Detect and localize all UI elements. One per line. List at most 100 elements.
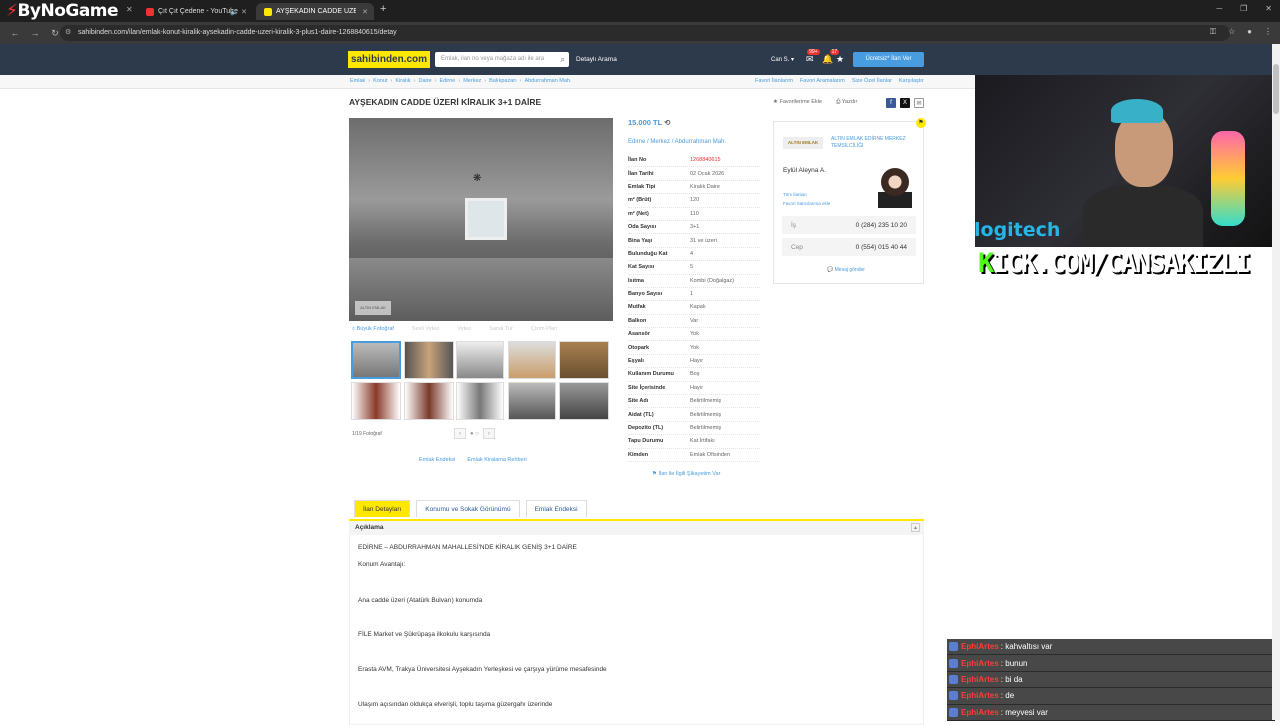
facebook-icon[interactable]: f — [886, 98, 896, 108]
profile-icon[interactable]: ● — [1247, 27, 1252, 37]
photo-thumbnail[interactable] — [456, 341, 504, 379]
tab-listing-details[interactable]: İlan Detayları — [354, 500, 411, 517]
x-icon[interactable]: X — [900, 98, 910, 108]
add-favorite-button[interactable]: ★ Favorilerime Ekle — [773, 99, 822, 106]
photo-thumbnail[interactable] — [508, 382, 556, 420]
breadcrumb-item[interactable]: Edirne — [439, 78, 455, 84]
agency-logo[interactable]: ALTIN EMLAK — [783, 137, 823, 149]
photo-thumbnail[interactable] — [456, 382, 504, 420]
close-tab-icon[interactable]: ✕ — [126, 5, 133, 14]
url-field[interactable]: ⚙ sahibinden.com/ilan/emlak-konut-kirali… — [60, 25, 1230, 41]
photo-thumbnail[interactable] — [559, 341, 609, 379]
email-share-icon[interactable]: ✉ — [914, 98, 924, 108]
work-phone[interactable]: İş 0 (284) 235 10 20 — [782, 216, 916, 234]
info-label: Tapu Durumu — [628, 438, 664, 445]
maximize-icon[interactable]: ❐ — [1240, 4, 1247, 13]
sahibinden-logo[interactable]: sahibinden.com — [348, 51, 430, 68]
photo-thumbnail[interactable] — [559, 382, 609, 420]
favorite-listings-link[interactable]: Favori İlanlarım — [755, 78, 793, 84]
search-icon[interactable]: ⌕ — [561, 52, 565, 67]
chat-message: EphiArtes: bunun — [947, 655, 1275, 672]
agency-name[interactable]: ALTIN EMLAK EDİRNE MERKEZ TEMSİLCİLİĞİ — [831, 136, 916, 149]
minimize-icon[interactable]: ─ — [1216, 4, 1222, 13]
breadcrumb-item[interactable]: Kiralık — [395, 78, 410, 84]
tab-sahibinden[interactable]: AYŞEKADIN CADDE ÜZERİ KİRALIK ✕ — [256, 3, 374, 20]
location[interactable]: Edirne / Merkez / Abdurrahman Mah. — [628, 139, 726, 145]
info-value: 02 Ocak 2026 — [690, 170, 725, 177]
photo-thumbnail[interactable] — [351, 382, 401, 420]
new-tab-button[interactable]: + — [380, 3, 386, 15]
chat-badge-icon — [949, 707, 958, 717]
page-scrollbar[interactable] — [1272, 44, 1280, 720]
photo-thumbnail[interactable] — [508, 341, 556, 379]
description-body: EDİRNE – ABDURRAHMAN MAHALLESİ'NDE KİRAL… — [349, 535, 924, 725]
special-listings-link[interactable]: Size Özel İlanlar — [852, 78, 892, 84]
detailed-search-link[interactable]: Detaylı Arama — [576, 56, 617, 63]
speaker-icon: 🔈 — [230, 8, 239, 16]
send-message-link[interactable]: 💬 Mesaj gönder — [827, 267, 865, 273]
chat-badge-icon — [949, 691, 958, 701]
photo-thumbnail[interactable] — [404, 382, 454, 420]
compare-link[interactable]: Karşılaştır — [899, 78, 924, 84]
menu-icon[interactable]: ⋮ — [1264, 27, 1272, 37]
collapse-icon[interactable]: ▲ — [911, 523, 920, 532]
window-controls: ─ ❐ ✕ — [1216, 4, 1272, 13]
main-photo[interactable]: ❋ ALTIN EMLAK — [349, 118, 613, 321]
price-history-icon[interactable]: ⟲ — [664, 118, 670, 127]
info-row: Kullanım Durumu Boş — [628, 368, 760, 382]
rental-guide-link[interactable]: Emlak Kiralama Rehberi — [467, 457, 526, 463]
info-value: Hayır — [690, 384, 704, 391]
info-row: İlan No 1268840615 — [628, 154, 760, 168]
photo-thumbnail[interactable] — [351, 341, 401, 379]
star-icon[interactable]: ☆ — [1228, 27, 1235, 37]
breadcrumb-item[interactable]: Balıkpazarı — [489, 78, 517, 84]
chat-username: EphiArtes — [961, 707, 999, 717]
info-row: Eşyalı Hayır — [628, 355, 760, 369]
favorites-icon[interactable]: ★ — [836, 54, 844, 65]
breadcrumb-item[interactable]: Emlak — [350, 78, 365, 84]
add-favorite-seller-link[interactable]: Favori Satıcılarıma ekle — [783, 199, 830, 208]
chat-text: : bunun — [1000, 658, 1028, 668]
info-label: Banyo Sayısı — [628, 291, 663, 298]
chat-message: EphiArtes: kahvaltısı var — [947, 639, 1275, 656]
info-value: 1 — [690, 291, 694, 298]
close-tab-icon[interactable]: ✕ — [241, 8, 247, 16]
large-photo-button[interactable]: ⌕ Büyük Fotoğraf — [352, 326, 394, 333]
tab-location-street-view[interactable]: Konumu ve Sokak Görünümü — [416, 500, 520, 517]
browser-tab-bar: ⚡ByNoGame Çıt Çıt Çedene - YouTube 🔈 ✕ A… — [0, 0, 1280, 22]
chat-username: EphiArtes — [961, 691, 999, 701]
breadcrumb-item[interactable]: Daire — [418, 78, 431, 84]
favorite-searches-link[interactable]: Favori Aramalarım — [800, 78, 845, 84]
all-listings-link[interactable]: Tüm İlanları — [783, 190, 830, 199]
pin-icon[interactable]: ⚑ — [916, 118, 926, 128]
forward-icon[interactable]: → — [30, 28, 40, 38]
info-value: Yok — [690, 344, 699, 351]
user-menu[interactable]: Can S. ▾ — [771, 56, 794, 63]
print-button[interactable]: ⎙ Yazdır — [836, 99, 857, 106]
breadcrumb-item[interactable]: Abdurrahman Mah. — [524, 78, 571, 84]
tab-real-estate-index[interactable]: Emlak Endeksi — [525, 500, 587, 517]
breadcrumb-item[interactable]: Merkez — [463, 78, 481, 84]
notifications-icon[interactable]: 🔔 17 — [822, 49, 840, 65]
messages-icon[interactable]: ✉ 99+ — [806, 49, 820, 65]
search-input[interactable]: Emlak, ilan no veya mağaza adı ile ara ⌕ — [435, 52, 569, 67]
photo-thumbnail[interactable] — [404, 341, 454, 379]
key-icon[interactable]: ⚿ — [1210, 27, 1216, 37]
tab-youtube[interactable]: Çıt Çıt Çedene - YouTube 🔈 ✕ — [138, 3, 253, 20]
prev-page-icon[interactable]: ‹ — [454, 428, 466, 439]
info-row: Banyo Sayısı 1 — [628, 288, 760, 302]
mobile-phone[interactable]: Cep 0 (554) 015 40 44 — [782, 238, 916, 256]
post-ad-button[interactable]: Ücretsiz* İlan Ver — [853, 52, 924, 67]
info-row: Oda Sayısı 3+1 — [628, 221, 760, 235]
breadcrumb-item[interactable]: Konut — [373, 78, 387, 84]
close-tab-icon[interactable]: ✕ — [362, 8, 368, 16]
next-page-icon[interactable]: › — [482, 428, 495, 439]
window-in-photo — [465, 198, 507, 240]
reload-icon[interactable]: ↻ — [50, 28, 60, 39]
report-listing-link[interactable]: ⚑ İlan ile İlgili Şikayetim Var — [652, 471, 720, 477]
back-icon[interactable]: ← — [10, 28, 20, 38]
real-estate-index-link[interactable]: Emlak Endeksi — [419, 457, 455, 463]
info-value: 5 — [690, 264, 694, 271]
site-info-icon[interactable]: ⚙ — [65, 25, 71, 41]
close-window-icon[interactable]: ✕ — [1265, 4, 1272, 13]
